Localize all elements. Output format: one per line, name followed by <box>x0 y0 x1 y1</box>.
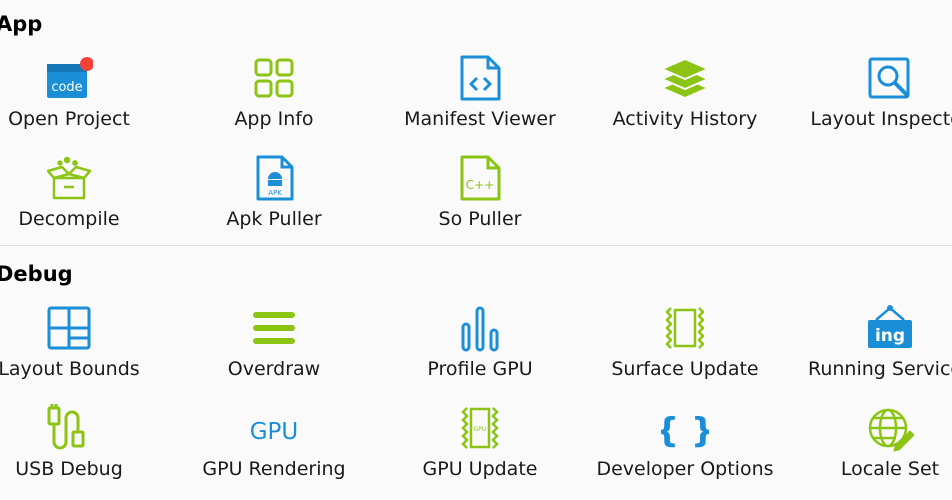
open-box-icon <box>45 154 93 202</box>
tile-app-info[interactable]: App Info <box>171 46 377 146</box>
overdraw-icon <box>250 304 298 352</box>
tile-locale-set[interactable]: Locale Set <box>787 396 952 496</box>
usb-cable-icon <box>45 404 93 452</box>
surface-update-icon <box>661 304 709 352</box>
tile-label: Locale Set <box>840 458 940 480</box>
svg-text:GPU: GPU <box>474 426 487 433</box>
gpu-text-icon: GPU <box>250 404 298 452</box>
globe-edit-icon <box>866 404 914 452</box>
braces-icon: { } <box>661 404 709 452</box>
xml-file-icon <box>456 54 504 102</box>
tile-gpu-rendering[interactable]: GPU GPU Rendering <box>171 396 377 496</box>
tile-layout-bounds[interactable]: Layout Bounds <box>0 296 172 396</box>
layers-icon <box>661 54 709 102</box>
svg-text:GPU: GPU <box>250 419 298 445</box>
section-divider <box>0 245 952 246</box>
svg-text:APK: APK <box>268 189 282 197</box>
tile-open-project[interactable]: code Open Project <box>0 46 172 146</box>
cpp-file-icon: C++ <box>456 154 504 202</box>
tile-label: Layout Inspector <box>810 108 952 130</box>
svg-text:ing: ing <box>875 326 905 346</box>
svg-text:code: code <box>51 80 82 95</box>
section-title-debug: Debug <box>0 262 73 286</box>
tile-activity-history[interactable]: Activity History <box>582 46 788 146</box>
apk-file-icon: APK <box>250 154 298 202</box>
tile-layout-inspector[interactable]: Layout Inspector <box>787 46 952 146</box>
tile-developer-options[interactable]: { } Developer Options <box>582 396 788 496</box>
tile-manifest-viewer[interactable]: Manifest Viewer <box>377 46 583 146</box>
code-file-icon: code <box>45 54 93 102</box>
layout-bounds-icon <box>45 304 93 352</box>
inspect-icon <box>866 54 914 102</box>
tile-profile-gpu[interactable]: Profile GPU <box>377 296 583 396</box>
tile-gpu-update[interactable]: GPU GPU Update <box>377 396 583 496</box>
tile-surface-update[interactable]: Surface Update <box>582 296 788 396</box>
tile-so-puller[interactable]: C++ So Puller <box>377 146 583 246</box>
svg-text:{ }: { } <box>661 411 709 451</box>
svg-text:C++: C++ <box>466 178 495 192</box>
tile-running-services[interactable]: ing Running Services <box>787 296 952 396</box>
tile-decompile[interactable]: Decompile <box>0 146 172 246</box>
gpu-chip-icon: GPU <box>456 404 504 452</box>
section-title-app: App <box>0 12 43 36</box>
tile-apk-puller[interactable]: APK Apk Puller <box>171 146 377 246</box>
grid-icon <box>250 54 298 102</box>
bar-chart-icon <box>456 304 504 352</box>
tile-usb-debug[interactable]: USB Debug <box>0 396 172 496</box>
tile-overdraw[interactable]: Overdraw <box>171 296 377 396</box>
tile-label: Running Services <box>807 358 952 380</box>
tile-label: So Puller <box>438 208 522 230</box>
running-services-icon: ing <box>866 304 914 352</box>
